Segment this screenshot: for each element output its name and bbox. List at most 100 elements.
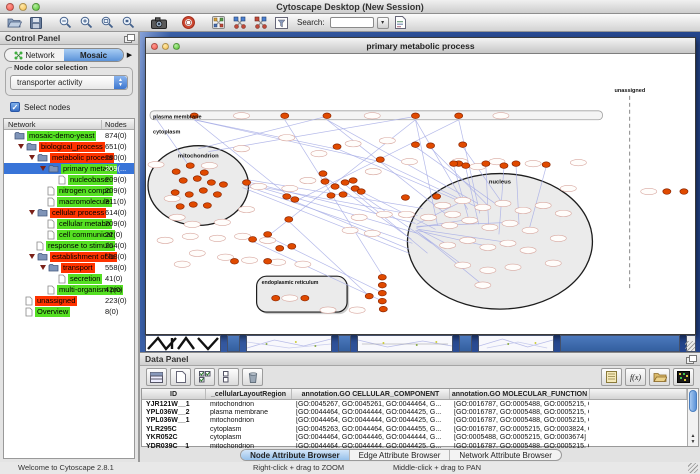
node-label-ellipse[interactable]: [234, 233, 250, 239]
table-cell[interactable]: YKR052C: [142, 434, 206, 441]
node[interactable]: [663, 189, 671, 195]
node-label-ellipse[interactable]: [421, 214, 437, 220]
network-window-titlebar[interactable]: primary metabolic process: [146, 38, 695, 54]
node-label-ellipse[interactable]: [233, 145, 249, 151]
node-label-ellipse[interactable]: [364, 113, 380, 119]
node-label-ellipse[interactable]: [233, 113, 249, 119]
zoom-window-button[interactable]: [32, 3, 40, 11]
node-label-ellipse[interactable]: [555, 210, 571, 216]
node[interactable]: [378, 290, 386, 296]
table-cell[interactable]: [GO:0044464, GO:0044444, GO:0044425, G..…: [292, 417, 450, 424]
node[interactable]: [482, 161, 490, 167]
table-cell[interactable]: plasma membrane: [206, 409, 292, 416]
node-label-ellipse[interactable]: [189, 250, 205, 256]
node[interactable]: [193, 176, 201, 182]
node[interactable]: [459, 142, 467, 148]
node-label-ellipse[interactable]: [455, 197, 471, 203]
tree-row[interactable]: mosaic-demo-yeast874(0): [4, 130, 134, 141]
help-lifebuoy-button[interactable]: [179, 15, 198, 31]
tree-row[interactable]: cellular metabo209(0): [4, 218, 134, 229]
node[interactable]: [542, 162, 550, 168]
zoom-in-button[interactable]: [77, 15, 96, 31]
node[interactable]: [203, 203, 211, 209]
node[interactable]: [230, 258, 238, 264]
background-window[interactable]: [227, 335, 240, 352]
node-label-ellipse[interactable]: [349, 307, 365, 313]
node-label-ellipse[interactable]: [345, 140, 361, 146]
node[interactable]: [264, 232, 272, 238]
node[interactable]: [186, 163, 194, 169]
expander-icon[interactable]: [40, 166, 46, 171]
node-label-ellipse[interactable]: [242, 257, 258, 263]
node[interactable]: [281, 113, 289, 119]
node-label-ellipse[interactable]: [282, 185, 298, 191]
node-label-ellipse[interactable]: [401, 158, 417, 164]
node-label-ellipse[interactable]: [515, 207, 531, 213]
node[interactable]: [680, 189, 688, 195]
node[interactable]: [283, 194, 291, 200]
tree-row[interactable]: cell communicat22(0): [4, 229, 134, 240]
node[interactable]: [199, 188, 207, 194]
node-label-ellipse[interactable]: [505, 264, 521, 270]
node[interactable]: [285, 217, 293, 223]
zoom-selected-button[interactable]: [119, 15, 138, 31]
node-label-ellipse[interactable]: [560, 185, 576, 191]
node[interactable]: [450, 161, 458, 167]
column-header[interactable]: annotation.GO MOLECULAR_FUNCTION: [450, 389, 590, 399]
node-label-ellipse[interactable]: [282, 295, 298, 301]
table-cell[interactable]: YJR121W__1: [142, 401, 206, 408]
node-label-ellipse[interactable]: [365, 168, 381, 174]
node-label-ellipse[interactable]: [570, 159, 586, 165]
node-label-ellipse[interactable]: [182, 233, 198, 239]
background-window[interactable]: [560, 335, 680, 352]
node[interactable]: [291, 197, 299, 203]
table-cell[interactable]: [GO:0016787, GO:0005488, GO:0005215, G..…: [450, 417, 590, 424]
node[interactable]: [207, 180, 215, 186]
tab-edge-attribute-browser[interactable]: Edge Attribute Browser: [349, 450, 450, 460]
table-cell[interactable]: mitochondrion: [206, 417, 292, 424]
node[interactable]: [327, 193, 335, 199]
node[interactable]: [401, 195, 409, 201]
expander-icon[interactable]: [29, 254, 35, 259]
node-label-ellipse[interactable]: [442, 222, 458, 228]
node-color-dropdown[interactable]: transporter activity ▲▼: [10, 75, 128, 90]
close-button[interactable]: [6, 3, 14, 11]
node-label-ellipse[interactable]: [445, 211, 461, 217]
node-label-ellipse[interactable]: [522, 227, 538, 233]
node-label-ellipse[interactable]: [545, 260, 561, 266]
search-dropdown-button[interactable]: ▾: [377, 17, 389, 29]
tree-row[interactable]: biological_process651(0): [4, 141, 134, 152]
node[interactable]: [185, 192, 193, 198]
node-label-ellipse[interactable]: [455, 262, 471, 268]
column-header[interactable]: ID: [142, 389, 206, 399]
tree-header-network[interactable]: Network: [4, 120, 102, 129]
tree-row[interactable]: response to stimulu264(0): [4, 240, 134, 251]
node-label-ellipse[interactable]: [174, 261, 190, 267]
node[interactable]: [331, 184, 339, 190]
table-cell[interactable]: [GO:0044464, GO:0044446, GO:0044444, G..…: [292, 434, 450, 441]
node-label-ellipse[interactable]: [270, 259, 286, 265]
annotation-button[interactable]: [272, 15, 291, 31]
node-label-ellipse[interactable]: [398, 211, 414, 217]
node-label-ellipse[interactable]: [475, 282, 491, 288]
tree-row[interactable]: transport558(0): [4, 262, 134, 273]
layout-network-blue-icon[interactable]: [230, 15, 249, 31]
net-minimize-button[interactable]: [162, 43, 169, 50]
open-session-button[interactable]: [5, 15, 24, 31]
background-window[interactable]: [357, 335, 453, 352]
background-window[interactable]: [686, 335, 696, 352]
node[interactable]: [339, 192, 347, 198]
node[interactable]: [378, 298, 386, 304]
table-cell[interactable]: YPL036W__2: [142, 409, 206, 416]
node-label-ellipse[interactable]: [251, 183, 267, 189]
node[interactable]: [500, 163, 508, 169]
node-label-ellipse[interactable]: [342, 227, 358, 233]
node-label-ellipse[interactable]: [260, 237, 276, 243]
node-label-ellipse[interactable]: [169, 214, 185, 220]
node[interactable]: [365, 293, 373, 299]
node[interactable]: [321, 179, 329, 185]
node[interactable]: [333, 144, 341, 150]
node[interactable]: [512, 161, 520, 167]
network-canvas[interactable]: plasma membranecytoplasmmitochondrionnuc…: [146, 54, 695, 334]
show-columns-button[interactable]: [146, 368, 167, 386]
